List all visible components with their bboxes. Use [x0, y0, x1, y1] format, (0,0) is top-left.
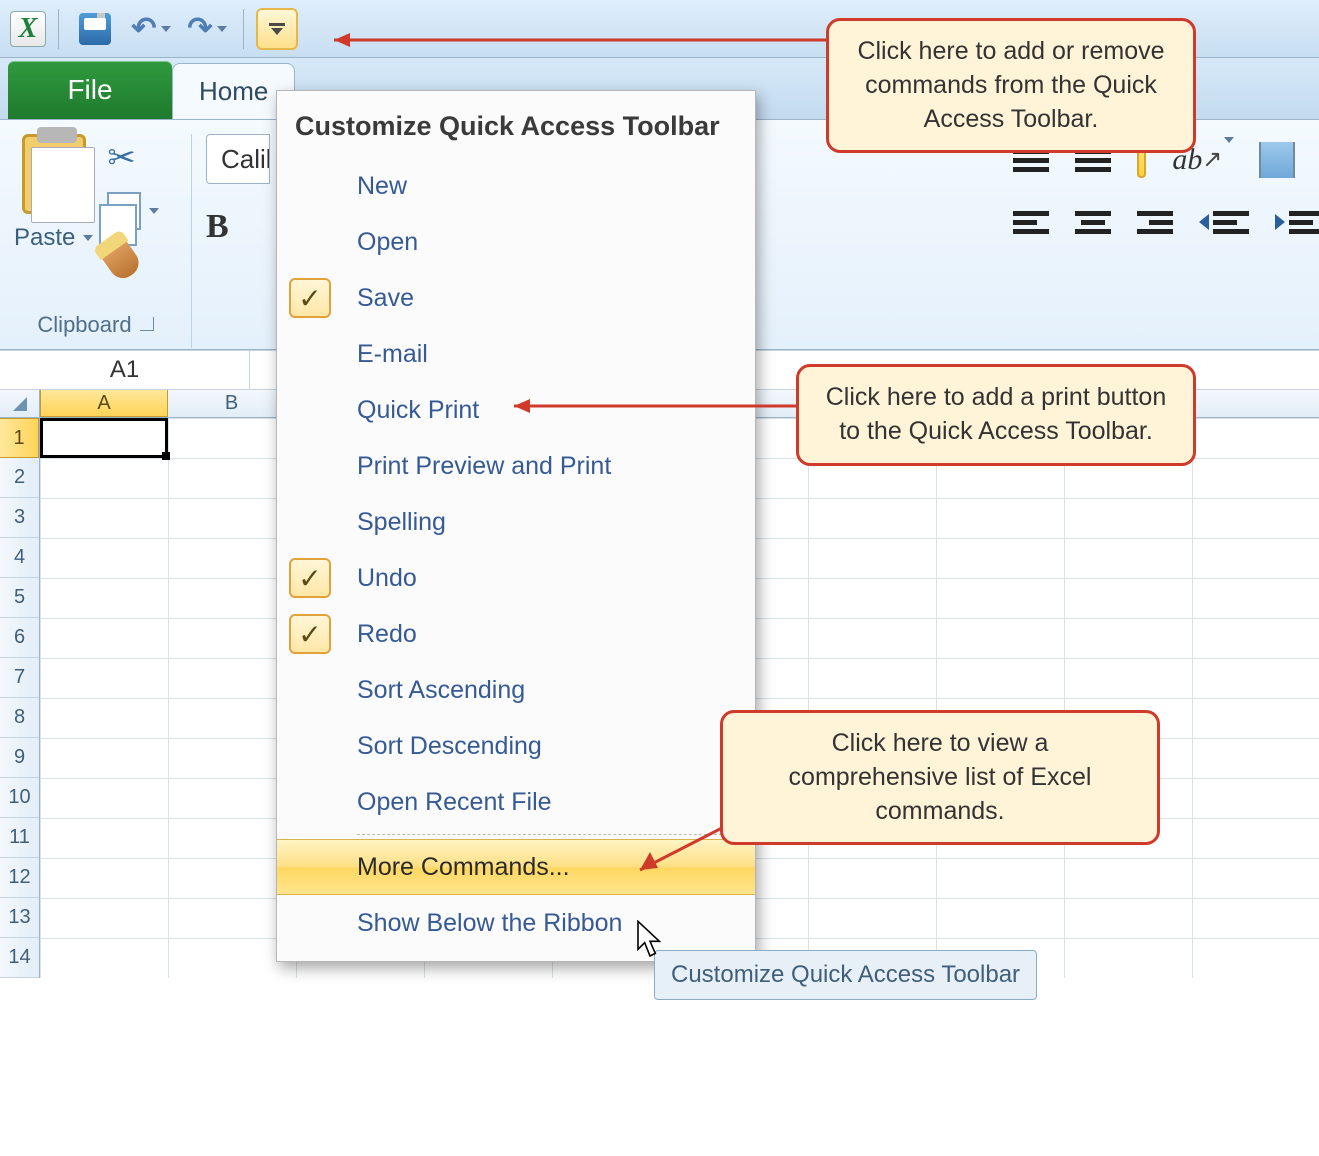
increase-indent-button[interactable] — [1275, 211, 1319, 234]
menu-item-label: Open Recent File — [357, 788, 552, 817]
column-header-a[interactable]: A — [40, 390, 168, 417]
menu-item-label: Redo — [357, 620, 417, 649]
menu-item-label: Undo — [357, 564, 417, 593]
menu-item-label: Open — [357, 228, 418, 257]
chevron-down-icon — [149, 208, 159, 214]
select-all-corner[interactable] — [0, 390, 40, 417]
row-header[interactable]: 2 — [0, 458, 39, 498]
chevron-down-icon — [83, 235, 93, 241]
arrow-line — [500, 396, 800, 416]
menu-item-label: Spelling — [357, 508, 446, 537]
callout-top: Click here to add or remove commands fro… — [826, 18, 1196, 153]
tooltip: Customize Quick Access Toolbar — [654, 950, 1037, 1000]
row-header[interactable]: 14 — [0, 938, 39, 978]
qat-save-button[interactable] — [71, 8, 119, 50]
wrap-text-button[interactable] — [1259, 142, 1295, 178]
row-headers: 1 2 3 4 5 6 7 8 9 10 11 12 13 14 — [0, 418, 40, 978]
chevron-down-icon — [271, 28, 283, 35]
dialog-launcher-icon[interactable] — [140, 317, 154, 331]
name-box[interactable]: A1 — [0, 351, 250, 389]
checkmark-icon: ✓ — [289, 278, 331, 318]
align-right-button[interactable] — [1137, 211, 1173, 234]
cut-button[interactable]: ✂ — [107, 138, 159, 178]
save-icon — [79, 13, 111, 45]
menu-item-label: Show Below the Ribbon — [357, 909, 622, 938]
menu-item-print-preview[interactable]: Print Preview and Print — [277, 438, 755, 494]
row-header[interactable]: 9 — [0, 738, 39, 778]
menu-item-open[interactable]: Open — [277, 214, 755, 270]
menu-item-new[interactable]: New — [277, 158, 755, 214]
group-clipboard: Paste ✂ Clipboard — [0, 134, 192, 348]
menu-item-label: New — [357, 172, 407, 201]
redo-icon: ↷ — [187, 11, 212, 46]
chevron-down-icon — [161, 26, 171, 32]
undo-icon: ↶ — [131, 11, 156, 46]
row-header[interactable]: 11 — [0, 818, 39, 858]
mouse-cursor-icon — [636, 920, 664, 960]
font-name-combo[interactable]: Calib — [206, 134, 270, 184]
arrow-line — [320, 30, 830, 50]
row-header[interactable]: 3 — [0, 498, 39, 538]
row-header[interactable]: 1 — [0, 418, 39, 458]
menu-item-spelling[interactable]: Spelling — [277, 494, 755, 550]
checkmark-icon: ✓ — [289, 614, 331, 654]
active-cell[interactable] — [40, 418, 168, 458]
format-painter-button[interactable] — [100, 238, 144, 283]
group-label-clipboard: Clipboard — [37, 312, 131, 338]
decrease-indent-button[interactable] — [1199, 211, 1249, 234]
menu-item-sort-asc[interactable]: Sort Ascending — [277, 662, 755, 718]
menu-item-save[interactable]: ✓ Save — [277, 270, 755, 326]
copy-button[interactable] — [107, 192, 159, 230]
row-header[interactable]: 12 — [0, 858, 39, 898]
menu-item-label: More Commands... — [357, 853, 570, 882]
checkmark-icon: ✓ — [289, 558, 331, 598]
separator — [58, 9, 59, 49]
menu-bar-icon — [269, 23, 285, 26]
row-header[interactable]: 5 — [0, 578, 39, 618]
menu-item-label: Save — [357, 284, 414, 313]
bold-button[interactable]: B — [206, 208, 229, 246]
qat-customize-button[interactable] — [256, 8, 298, 50]
row-header[interactable]: 8 — [0, 698, 39, 738]
menu-item-label: E-mail — [357, 340, 428, 369]
chevron-down-icon — [217, 26, 227, 32]
align-left-button[interactable] — [1013, 211, 1049, 234]
row-header[interactable]: 13 — [0, 898, 39, 938]
separator — [243, 9, 244, 49]
menu-item-label: Sort Descending — [357, 732, 542, 761]
menu-item-email[interactable]: E-mail — [277, 326, 755, 382]
align-center-button[interactable] — [1075, 211, 1111, 234]
excel-app-icon[interactable]: X — [10, 11, 46, 47]
qat-undo-button[interactable]: ↶ — [127, 8, 175, 50]
row-header[interactable]: 7 — [0, 658, 39, 698]
paste-label: Paste — [14, 224, 75, 252]
callout-mid: Click here to add a print button to the … — [796, 364, 1196, 466]
row-header[interactable]: 4 — [0, 538, 39, 578]
qat-redo-button[interactable]: ↷ — [183, 8, 231, 50]
menu-item-sort-desc[interactable]: Sort Descending — [277, 718, 755, 774]
copy-icon — [107, 192, 141, 230]
callout-bottom: Click here to view a comprehensive list … — [720, 710, 1160, 845]
group-alignment: ab↗ — [999, 134, 1319, 348]
row-header[interactable]: 10 — [0, 778, 39, 818]
menu-item-show-below-ribbon[interactable]: Show Below the Ribbon — [277, 895, 755, 951]
tab-file[interactable]: File — [8, 61, 172, 119]
select-all-icon — [13, 397, 27, 411]
menu-title: Customize Quick Access Toolbar — [277, 91, 755, 158]
paste-button[interactable]: Paste — [14, 224, 93, 252]
menu-item-label: Print Preview and Print — [357, 452, 611, 481]
menu-item-label: Sort Ascending — [357, 676, 525, 705]
row-header[interactable]: 6 — [0, 618, 39, 658]
menu-item-undo[interactable]: ✓ Undo — [277, 550, 755, 606]
menu-item-label: Quick Print — [357, 396, 479, 425]
clipboard-icon — [22, 134, 86, 214]
menu-item-redo[interactable]: ✓ Redo — [277, 606, 755, 662]
